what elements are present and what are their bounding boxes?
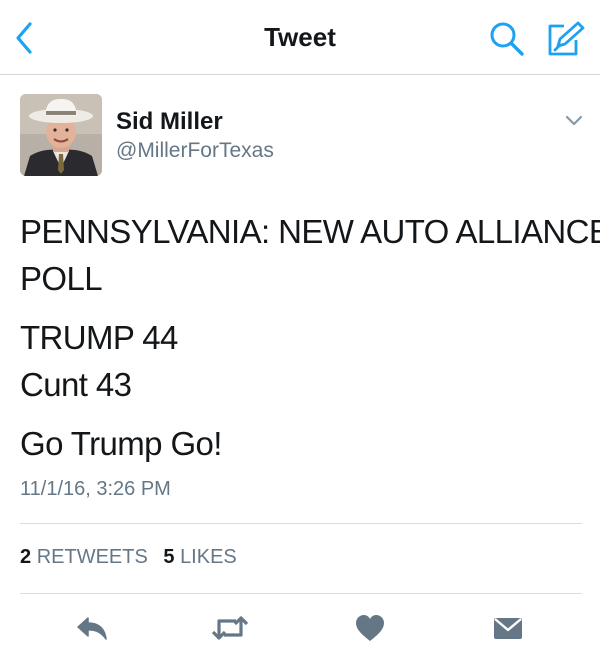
direct-message-button[interactable] <box>488 610 528 646</box>
compose-icon <box>548 21 585 56</box>
author-name[interactable]: Sid Miller <box>116 108 223 136</box>
avatar[interactable] <box>20 94 102 176</box>
retweets-stat[interactable]: 2 RETWEETS <box>20 546 148 568</box>
likes-count: 5 <box>163 546 175 568</box>
retweets-label: RETWEETS <box>36 546 148 568</box>
tweet-timestamp: 11/1/16, 3:26 PM <box>20 478 171 500</box>
tweet-stats: 2 RETWEETS 5 LIKES <box>20 546 247 569</box>
profile-photo <box>20 94 102 176</box>
reply-button[interactable] <box>72 610 112 646</box>
tweet-text-line: TRUMP 44 <box>20 319 178 356</box>
likes-stat[interactable]: 5 LIKES <box>163 546 236 568</box>
like-button[interactable] <box>350 610 390 646</box>
author-handle[interactable]: @MillerForTexas <box>116 139 274 163</box>
tweet-text-line: Cunt 43 <box>20 366 132 403</box>
retweet-button[interactable] <box>210 610 250 646</box>
divider <box>20 523 582 524</box>
tweet-text-line: PENNSYLVANIA: NEW AUTO ALLIANCE <box>20 213 600 250</box>
search-icon <box>490 22 524 56</box>
retweet-icon <box>211 616 249 640</box>
navigation-bar: Tweet <box>0 0 600 75</box>
tweet-text-line: Go Trump Go! <box>20 425 222 462</box>
compose-button[interactable] <box>544 20 586 58</box>
likes-label: LIKES <box>180 546 237 568</box>
reply-icon <box>77 617 107 640</box>
tweet-text-line: POLL <box>20 260 103 297</box>
retweets-count: 2 <box>20 546 32 568</box>
like-icon <box>356 615 384 641</box>
chevron-down-icon <box>565 115 583 126</box>
tweet-actions <box>0 606 600 650</box>
tweet-text: PENNSYLVANIA: NEW AUTO ALLIANCE POLL TRU… <box>20 208 600 467</box>
search-button[interactable] <box>488 20 526 58</box>
more-options-button[interactable] <box>562 112 586 130</box>
divider <box>20 593 582 594</box>
direct-message-icon <box>494 618 522 639</box>
